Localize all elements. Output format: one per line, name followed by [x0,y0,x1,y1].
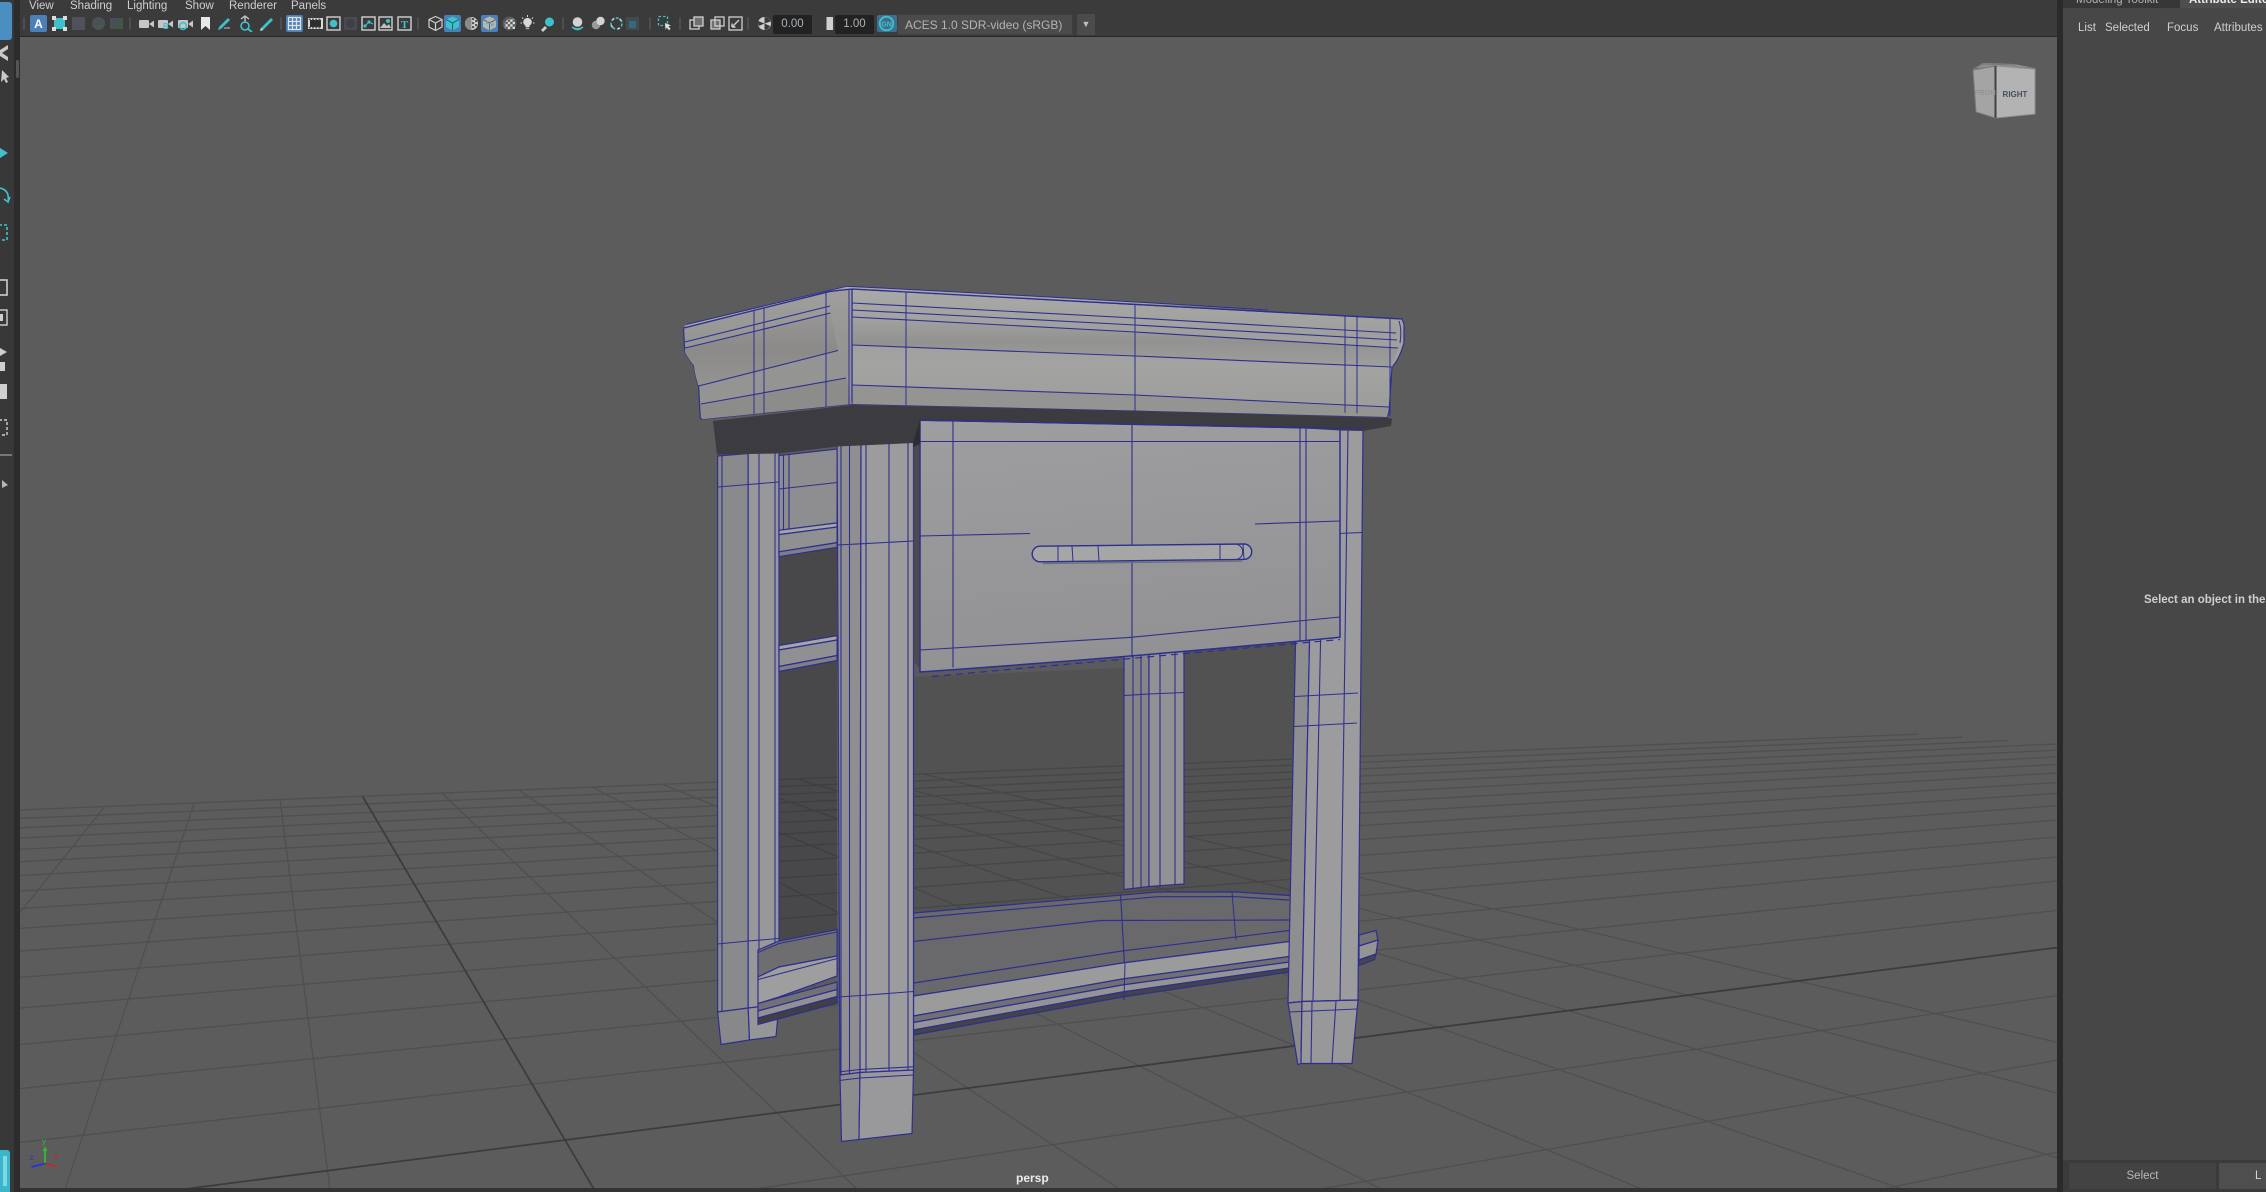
svg-text:RIGHT: RIGHT [2003,90,2028,99]
svg-text:A: A [34,17,43,31]
svg-text:z: z [30,1153,34,1162]
svg-text:T: T [401,19,409,31]
svg-text:FRON: FRON [1974,88,1995,97]
svg-text:y: y [42,1137,46,1146]
svg-text:x: x [54,1152,58,1161]
svg-text:B: B [163,22,169,31]
svg-text:GN: GN [881,22,892,29]
